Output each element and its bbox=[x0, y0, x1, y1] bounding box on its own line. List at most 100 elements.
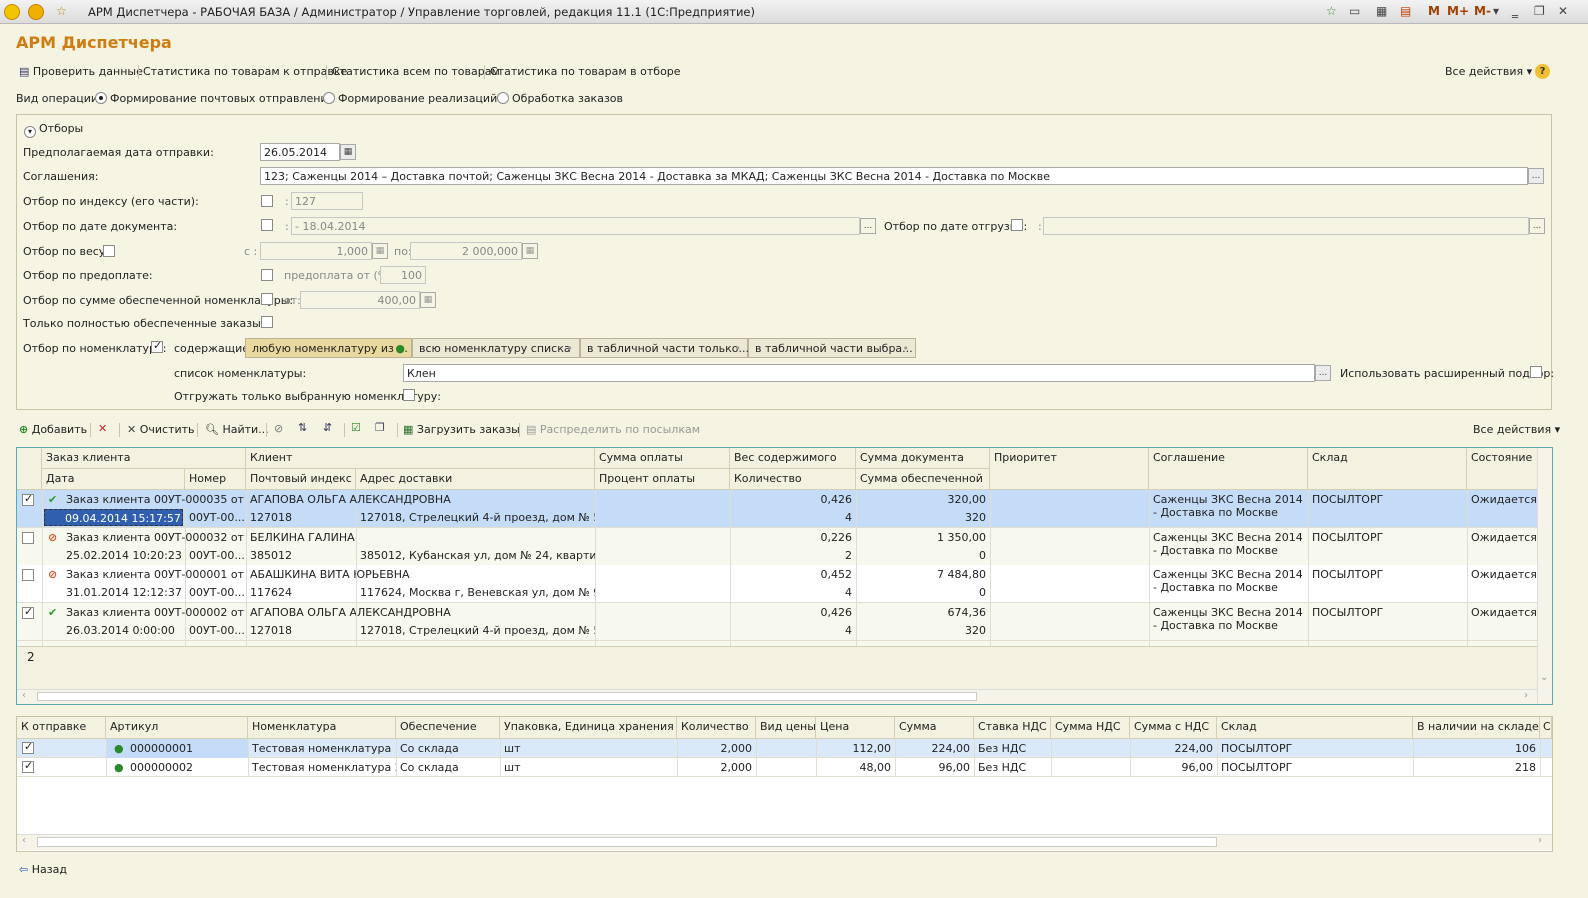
col-address[interactable]: Адрес доставки bbox=[356, 469, 595, 490]
op-orders-radio[interactable]: Обработка заказов bbox=[497, 92, 623, 105]
minimize-icon[interactable]: ‗ bbox=[1512, 4, 1518, 18]
col-number[interactable]: Номер bbox=[185, 469, 246, 490]
check-data-button[interactable]: ▤ Проверить данные bbox=[19, 65, 143, 78]
weight-from-input[interactable]: 1,000 bbox=[260, 242, 372, 260]
calendar-icon[interactable]: ▤ bbox=[1400, 4, 1411, 18]
col-qty2[interactable]: Количество bbox=[677, 717, 756, 739]
seg-selected-in-table[interactable]: в табличной части выбра... • bbox=[748, 338, 916, 358]
agreements-input[interactable]: 123; Саженцы 2014 – Доставка почтой; Саж… bbox=[260, 167, 1528, 185]
history-icon[interactable]: ▭ bbox=[1349, 4, 1360, 18]
scroll-left-icon[interactable]: ‹ bbox=[22, 690, 26, 701]
nom-filter-checkbox[interactable] bbox=[151, 339, 163, 353]
prepay-filter-checkbox[interactable] bbox=[261, 269, 273, 281]
items-scroll-left-icon[interactable]: ‹ bbox=[22, 835, 26, 846]
sort-asc-icon[interactable]: ⇅ bbox=[298, 421, 307, 434]
ship-only-selected-checkbox[interactable] bbox=[403, 389, 415, 401]
index-filter-checkbox[interactable] bbox=[261, 195, 273, 207]
col-weight[interactable]: Вес содержимого bbox=[730, 448, 856, 469]
col-stock[interactable]: В наличии на складе bbox=[1413, 717, 1540, 739]
back-button[interactable]: ⇦ Назад bbox=[19, 863, 67, 876]
seg-all-from-list[interactable]: всю номенклатуру списка • bbox=[412, 338, 580, 358]
op-postal-radio[interactable]: Формирование почтовых отправлений bbox=[95, 92, 335, 105]
close-icon[interactable]: ✕ bbox=[1558, 4, 1568, 18]
filters-toggle[interactable]: ▾ Отборы bbox=[24, 122, 83, 138]
col-pay-pct[interactable]: Процент оплаты bbox=[595, 469, 730, 490]
scroll-down-icon[interactable]: ⌄ bbox=[1540, 672, 1548, 683]
agreements-select-button[interactable]: ... bbox=[1528, 168, 1544, 184]
col-price-type[interactable]: Вид цены bbox=[756, 717, 816, 739]
ship-date-input[interactable]: 26.05.2014 bbox=[260, 143, 340, 161]
sum-calc-icon[interactable]: ▦ bbox=[420, 292, 436, 308]
weight-to-input[interactable]: 2 000,000 bbox=[410, 242, 522, 260]
memory-minus-button[interactable]: M- bbox=[1474, 4, 1491, 18]
col-items-warehouse[interactable]: Склад bbox=[1217, 717, 1413, 739]
ship-date-filter-input[interactable] bbox=[1043, 217, 1529, 235]
weight-to-calc-icon[interactable]: ▦ bbox=[522, 243, 538, 259]
col-pay-sum[interactable]: Сумма оплаты bbox=[595, 448, 730, 469]
menu-arrow-icon[interactable] bbox=[28, 4, 44, 20]
weight-filter-checkbox[interactable] bbox=[103, 245, 115, 257]
item-ship-checkbox[interactable] bbox=[22, 759, 34, 773]
prepay-input[interactable]: 100 bbox=[380, 266, 426, 284]
nom-list-select-button[interactable]: ... bbox=[1315, 365, 1331, 381]
restore-icon[interactable]: ❐ bbox=[1534, 4, 1545, 18]
all-actions-menu[interactable]: Все действия ▾ bbox=[1445, 65, 1532, 78]
extended-select-checkbox[interactable] bbox=[1530, 366, 1542, 378]
seg-only-in-table[interactable]: в табличной части только... • bbox=[580, 338, 749, 358]
col-order[interactable]: Заказ клиента bbox=[42, 448, 246, 469]
op-realization-radio[interactable]: Формирование реализаций bbox=[323, 92, 497, 105]
col-doc-sum[interactable]: Сумма документа bbox=[856, 448, 990, 469]
distribute-button[interactable]: ▤ Распределить по посылкам bbox=[526, 423, 700, 436]
col-supply[interactable]: Обеспечение bbox=[396, 717, 500, 739]
doc-date-filter-checkbox[interactable] bbox=[261, 219, 273, 231]
col-date[interactable]: Дата bbox=[42, 469, 185, 490]
ship-date-select-button[interactable]: ... bbox=[1529, 218, 1545, 234]
items-hscroll-thumb[interactable] bbox=[37, 837, 1217, 847]
ship-date-filter-checkbox[interactable] bbox=[1011, 219, 1023, 231]
favorites-icon[interactable]: ☆ bbox=[1326, 4, 1337, 18]
memory-m-button[interactable]: M bbox=[1428, 4, 1440, 18]
copy-icon[interactable]: ❐ bbox=[375, 421, 385, 434]
calculator-icon[interactable]: ▦ bbox=[1376, 4, 1387, 18]
items-scroll-right-icon[interactable]: › bbox=[1538, 835, 1542, 846]
index-filter-input[interactable]: 127 bbox=[291, 192, 363, 210]
check-all-icon[interactable]: ☑ bbox=[351, 421, 361, 434]
order-select-checkbox[interactable] bbox=[22, 532, 34, 544]
item-ship-checkbox[interactable] bbox=[22, 740, 34, 754]
col-pack[interactable]: Упаковка, Единица хранения bbox=[500, 717, 677, 739]
nom-list-input[interactable]: Клен bbox=[403, 364, 1315, 382]
col-sku[interactable]: Артикул bbox=[106, 717, 248, 739]
col-vat-sum[interactable]: Сумма НДС bbox=[1051, 717, 1130, 739]
doc-date-filter-input[interactable]: - 18.04.2014 bbox=[291, 217, 860, 235]
1c-logo-icon[interactable] bbox=[4, 4, 20, 20]
order-select-checkbox[interactable] bbox=[22, 492, 34, 506]
col-qty[interactable]: Количество bbox=[730, 469, 856, 490]
col-priority[interactable]: Приоритет bbox=[990, 448, 1149, 490]
sum-filter-checkbox[interactable] bbox=[261, 293, 273, 305]
sum-input[interactable]: 400,00 bbox=[300, 291, 420, 309]
doc-date-select-button[interactable]: ... bbox=[860, 218, 876, 234]
col-index[interactable]: Почтовый индекс bbox=[246, 469, 356, 490]
orders-all-actions-menu[interactable]: Все действия ▾ bbox=[1473, 423, 1560, 436]
dropdown-icon[interactable]: ▾ bbox=[1493, 4, 1499, 18]
col-secured-sum[interactable]: Сумма обеспеченной bbox=[856, 469, 990, 490]
col-vat-rate[interactable]: Ставка НДС bbox=[974, 717, 1051, 739]
full-secured-checkbox[interactable] bbox=[261, 316, 273, 328]
col-warehouse[interactable]: Склад bbox=[1308, 448, 1467, 490]
clear-button[interactable]: ✕ Очистить bbox=[127, 423, 195, 436]
cancel-search-icon[interactable]: ⊘ bbox=[274, 422, 283, 435]
seg-any-from-list[interactable]: любую номенклатуру из ... ● bbox=[245, 338, 412, 358]
stat-filter-button[interactable]: Статистика по товарам в отборе bbox=[490, 65, 681, 78]
find-button[interactable]: 🔍︎ Найти... bbox=[205, 423, 269, 436]
col-client[interactable]: Клиент bbox=[246, 448, 595, 469]
help-icon[interactable]: ? bbox=[1535, 64, 1550, 79]
col-extra[interactable]: С bbox=[1540, 717, 1552, 739]
col-sum-vat[interactable]: Сумма с НДС bbox=[1130, 717, 1217, 739]
load-orders-button[interactable]: ▦ Загрузить заказы bbox=[403, 423, 520, 436]
calendar-picker-icon[interactable]: ▦ bbox=[340, 144, 356, 160]
order-select-checkbox[interactable] bbox=[22, 605, 34, 619]
col-ship[interactable]: К отправке bbox=[17, 717, 106, 739]
weight-from-calc-icon[interactable]: ▦ bbox=[372, 243, 388, 259]
memory-plus-button[interactable]: M+ bbox=[1447, 4, 1469, 18]
add-button[interactable]: ⊕ Добавить bbox=[19, 423, 87, 436]
